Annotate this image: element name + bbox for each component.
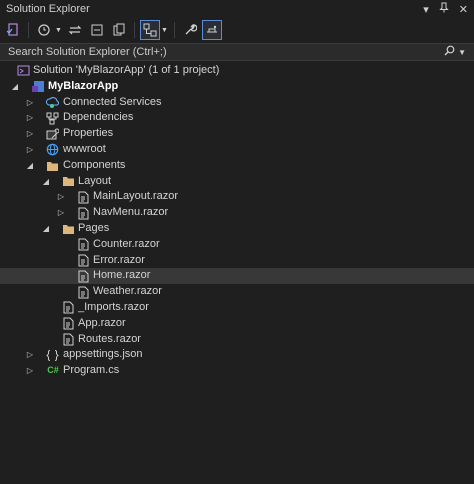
- dependencies-icon: [45, 111, 59, 125]
- razor-file-icon: [76, 206, 90, 220]
- razor-file-icon: [76, 269, 90, 283]
- json-file-icon: [45, 348, 59, 362]
- tree-item-label: Weather.razor: [93, 285, 162, 298]
- tree-item-layout[interactable]: ◢ Layout: [0, 174, 474, 190]
- toolbar-separator: [173, 22, 175, 38]
- title-bar: Solution Explorer ▾ ✕: [0, 0, 474, 18]
- toolbar-separator: [28, 22, 29, 38]
- tree-item-label: Home.razor: [93, 269, 151, 282]
- expand-arrow-icon[interactable]: ▷: [56, 205, 66, 221]
- tree-item-label: Routes.razor: [78, 332, 141, 345]
- tree-item-dependencies[interactable]: ▷ Dependencies: [0, 110, 474, 126]
- tree-item-label: NavMenu.razor: [93, 206, 169, 219]
- razor-file-icon: [61, 301, 75, 315]
- tree-item-appsettings[interactable]: ▷ appsettings.json: [0, 347, 474, 363]
- pending-changes-filter-button[interactable]: [35, 21, 53, 39]
- search-bar[interactable]: Search Solution Explorer (Ctrl+;) ▼: [0, 43, 474, 61]
- tree-item-label: Connected Services: [63, 95, 162, 108]
- show-all-files-button[interactable]: [110, 21, 128, 39]
- folder-icon: [61, 222, 75, 236]
- tree-item-label: App.razor: [78, 316, 126, 329]
- properties-wrench-icon: [45, 127, 59, 141]
- tree-item-error[interactable]: Error.razor: [0, 253, 474, 269]
- search-icon[interactable]: [444, 45, 455, 59]
- tree-item-label: appsettings.json: [63, 348, 143, 361]
- close-icon[interactable]: ✕: [459, 3, 468, 16]
- chevron-down-icon[interactable]: ▼: [55, 27, 62, 34]
- tree-item-imports[interactable]: _Imports.razor: [0, 300, 474, 316]
- toolbar-separator: [133, 22, 135, 38]
- razor-file-icon: [76, 190, 90, 204]
- tree-item-program[interactable]: ▷ C# Program.cs: [0, 363, 474, 379]
- chevron-down-icon[interactable]: ▼: [161, 27, 168, 34]
- tree-item-properties[interactable]: ▷ Properties: [0, 126, 474, 142]
- razor-file-icon: [61, 332, 75, 346]
- tree-item-label: Properties: [63, 127, 114, 140]
- tree-item-label: _Imports.razor: [78, 300, 149, 313]
- collapse-all-button[interactable]: [88, 21, 106, 39]
- tree-item-label: Program.cs: [63, 364, 120, 377]
- tree-item-label: MyBlazorApp: [48, 79, 119, 92]
- expand-arrow-icon[interactable]: ▷: [25, 126, 35, 142]
- razor-file-icon: [61, 317, 75, 331]
- tree-item-label: Pages: [78, 221, 110, 234]
- collapse-arrow-icon[interactable]: ◢: [10, 79, 20, 95]
- expand-arrow-icon[interactable]: ▷: [25, 110, 35, 126]
- folder-icon: [45, 159, 59, 173]
- csharp-file-icon: C#: [47, 365, 59, 376]
- tree-item-label: Error.razor: [93, 253, 145, 266]
- tree-item-app[interactable]: App.razor: [0, 316, 474, 332]
- tree-item-label: wwwroot: [63, 142, 106, 155]
- tree-item-components[interactable]: ◢ Components: [0, 158, 474, 174]
- razor-file-icon: [76, 253, 90, 267]
- collapse-arrow-icon[interactable]: ◢: [41, 221, 51, 237]
- tree-item-solution[interactable]: Solution 'MyBlazorApp' (1 of 1 project): [0, 63, 474, 79]
- tree-item-weather[interactable]: Weather.razor: [0, 284, 474, 300]
- sync-with-active-document-button[interactable]: [66, 21, 84, 39]
- switch-views-button[interactable]: [4, 21, 22, 39]
- solution-tree: Solution 'MyBlazorApp' (1 of 1 project) …: [0, 63, 474, 379]
- razor-file-icon: [76, 285, 90, 299]
- tree-item-label: Counter.razor: [93, 237, 160, 250]
- collapse-arrow-icon[interactable]: ◢: [41, 174, 51, 190]
- tree-item-nav-menu[interactable]: ▷ NavMenu.razor: [0, 205, 474, 221]
- expand-arrow-icon[interactable]: ▷: [25, 347, 35, 363]
- window-title: Solution Explorer: [6, 3, 90, 15]
- tree-item-label: Dependencies: [63, 111, 134, 124]
- csharp-project-icon: [31, 80, 45, 94]
- preview-selected-items-button[interactable]: [201, 20, 222, 40]
- dropdown-icon[interactable]: ▾: [423, 3, 429, 16]
- tree-item-home[interactable]: Home.razor: [0, 268, 474, 285]
- tree-item-counter[interactable]: Counter.razor: [0, 237, 474, 253]
- tree-item-main-layout[interactable]: ▷ MainLayout.razor: [0, 189, 474, 205]
- tree-item-label: MainLayout.razor: [93, 190, 178, 203]
- expand-arrow-icon[interactable]: ▷: [25, 95, 35, 111]
- tree-item-wwwroot[interactable]: ▷ wwwroot: [0, 142, 474, 158]
- solution-icon: [16, 64, 30, 78]
- class-view-button[interactable]: [139, 20, 160, 40]
- pin-icon[interactable]: [439, 2, 449, 16]
- properties-wrench-button[interactable]: [181, 21, 199, 39]
- tree-item-routes[interactable]: Routes.razor: [0, 332, 474, 348]
- chevron-down-icon[interactable]: ▼: [458, 48, 466, 57]
- tree-item-project[interactable]: ◢ MyBlazorApp: [0, 79, 474, 95]
- toolbar: ▼ ▼: [0, 19, 474, 41]
- tree-item-label: Components: [63, 158, 126, 171]
- expand-arrow-icon[interactable]: ▷: [25, 142, 35, 158]
- collapse-arrow-icon[interactable]: ◢: [25, 158, 35, 174]
- folder-icon: [61, 174, 75, 188]
- tree-item-pages[interactable]: ◢ Pages: [0, 221, 474, 237]
- search-input[interactable]: Search Solution Explorer (Ctrl+;): [0, 46, 167, 58]
- expand-arrow-icon[interactable]: ▷: [25, 363, 35, 379]
- expand-arrow-icon[interactable]: ▷: [56, 189, 66, 205]
- tree-item-connected-services[interactable]: ▷ Connected Services: [0, 95, 474, 111]
- razor-file-icon: [76, 238, 90, 252]
- connected-services-icon: [45, 95, 59, 109]
- tree-item-label: Layout: [78, 174, 112, 187]
- tree-item-label: Solution 'MyBlazorApp' (1 of 1 project): [33, 64, 220, 76]
- globe-icon: [45, 143, 59, 157]
